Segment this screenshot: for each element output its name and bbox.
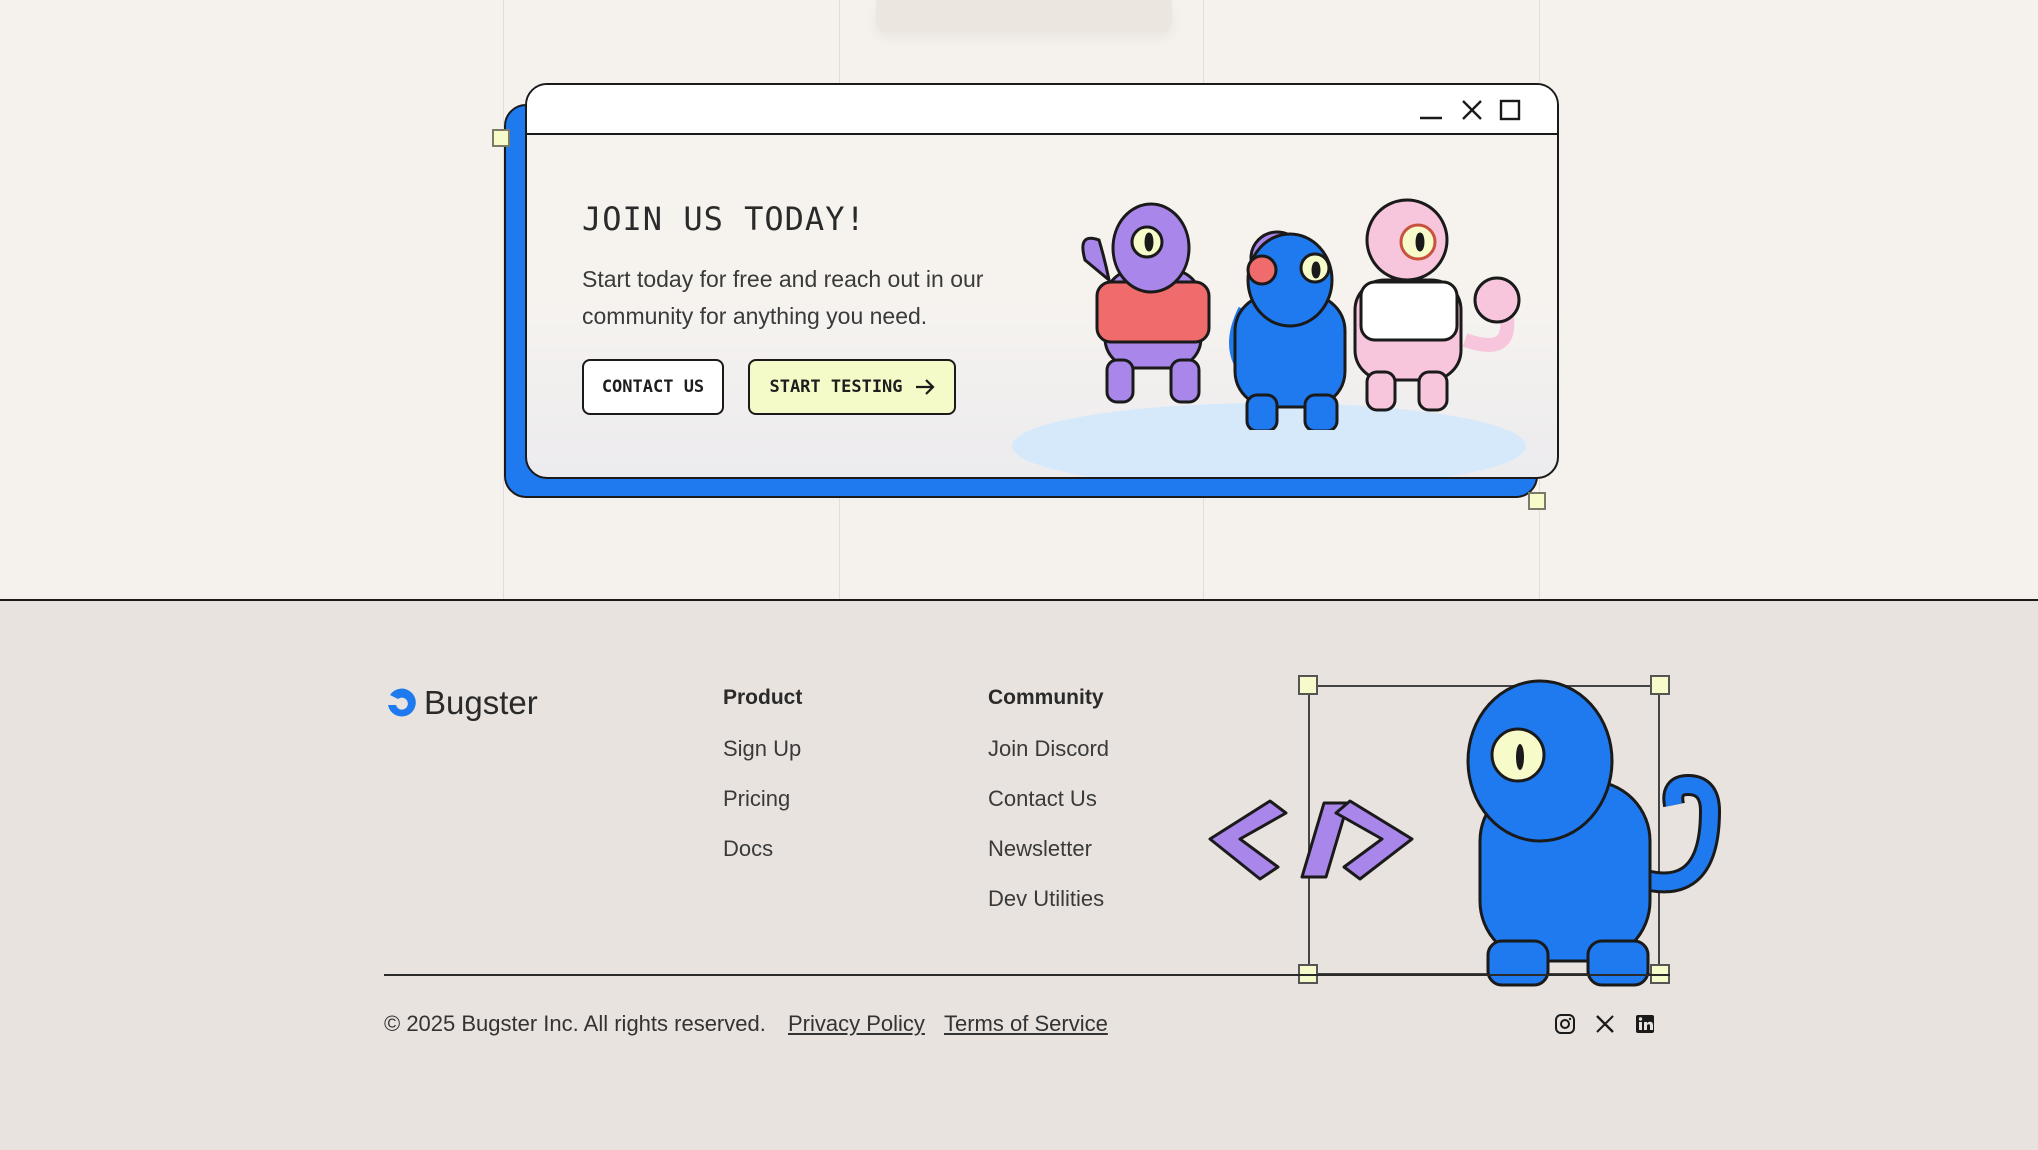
selection-handle[interactable] [1298, 675, 1318, 695]
ghost-tab [876, 0, 1172, 32]
instagram-icon[interactable] [1554, 1013, 1576, 1035]
footer-link-docs[interactable]: Docs [723, 836, 802, 862]
copyright-text: © 2025 Bugster Inc. All rights reserved. [384, 1011, 766, 1036]
blue-chameleon-illustration [1229, 232, 1347, 430]
footer-column-community: Community Join Discord Contact Us Newsle… [988, 686, 1109, 936]
x-icon[interactable] [1594, 1013, 1616, 1035]
footer-column-product: Product Sign Up Pricing Docs [723, 686, 802, 886]
brand-logo[interactable]: Bugster [384, 684, 538, 722]
pink-chameleon-illustration [1353, 198, 1521, 412]
resize-handle[interactable] [492, 129, 510, 147]
privacy-policy-link[interactable]: Privacy Policy [788, 1011, 925, 1037]
footer-link-newsletter[interactable]: Newsletter [988, 836, 1109, 862]
footer-column-heading: Community [988, 686, 1104, 709]
footer-link-dev-utilities[interactable]: Dev Utilities [988, 886, 1109, 912]
footer-link-sign-up[interactable]: Sign Up [723, 736, 802, 762]
resize-handle[interactable] [1528, 492, 1546, 510]
blue-chameleon-mascot-illustration [1466, 679, 1722, 987]
footer-divider [384, 974, 1670, 976]
bugster-logo-icon [388, 688, 416, 717]
footer-link-contact-us[interactable]: Contact Us [988, 786, 1109, 812]
code-brackets-icon [1208, 799, 1414, 881]
footer-link-join-discord[interactable]: Join Discord [988, 736, 1109, 762]
site-footer: Bugster Product Sign Up Pricing Docs Com… [0, 599, 2038, 1150]
footer-link-pricing[interactable]: Pricing [723, 786, 802, 812]
terms-of-service-link[interactable]: Terms of Service [944, 1011, 1108, 1037]
linkedin-icon[interactable] [1634, 1013, 1656, 1035]
mascot-group-illustration [1081, 198, 1521, 430]
brand-name: Bugster [424, 684, 538, 721]
footer-column-heading: Product [723, 686, 803, 709]
